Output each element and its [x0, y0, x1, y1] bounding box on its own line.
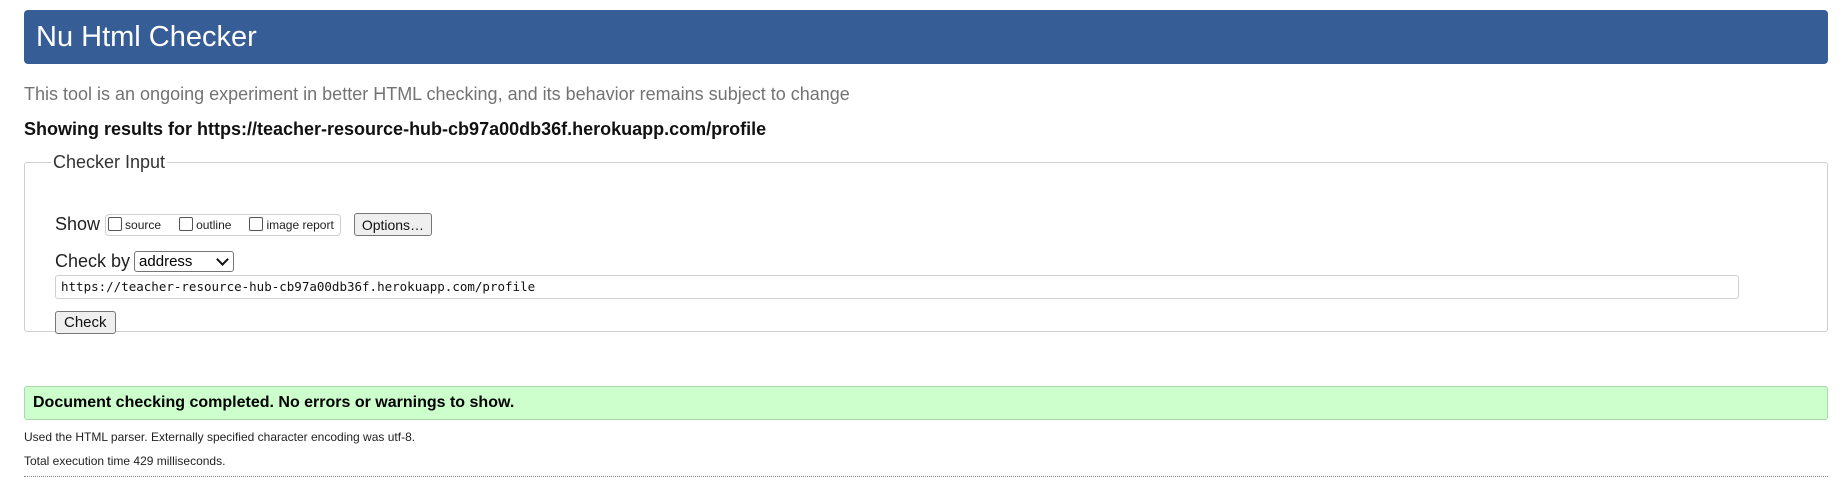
source-checkbox-option[interactable]: source [108, 216, 162, 232]
image-report-checkbox-option[interactable]: image report [249, 216, 334, 232]
show-checkbox-group: source outline image report [105, 213, 341, 236]
page: Nu Html Checker This tool is an ongoing … [0, 0, 1842, 493]
success-message: Document checking completed. No errors o… [24, 386, 1828, 420]
page-title: Nu Html Checker [36, 21, 257, 53]
source-checkbox-label: source [125, 217, 162, 232]
outline-checkbox-option[interactable]: outline [179, 216, 232, 232]
image-report-checkbox[interactable] [249, 216, 264, 231]
checker-input-fieldset: Checker Input Show source outline image … [24, 152, 1828, 334]
parser-info: Used the HTML parser. Externally specifi… [24, 430, 416, 444]
intro-text: This tool is an ongoing experiment in be… [24, 84, 850, 104]
check-button[interactable]: Check [55, 311, 116, 334]
execution-time: Total execution time 429 milliseconds. [24, 454, 226, 468]
source-checkbox[interactable] [108, 216, 123, 231]
check-by-label: Check by [55, 251, 131, 271]
check-by-row: Check by address [55, 251, 235, 272]
image-report-checkbox-label: image report [266, 217, 334, 232]
outline-checkbox[interactable] [179, 216, 194, 231]
options-button[interactable]: Options… [353, 213, 433, 236]
checker-input-legend: Checker Input [53, 152, 166, 172]
outline-checkbox-label: outline [196, 217, 232, 232]
header-bar: Nu Html Checker [24, 10, 1828, 64]
chevron-down-icon [216, 253, 229, 266]
results-for-heading: Showing results for https://teacher-reso… [24, 119, 767, 139]
show-label: Show [55, 214, 101, 234]
divider [24, 476, 1828, 477]
check-by-selected-value: address [139, 253, 193, 270]
show-options-row: Show source outline image report Options… [55, 213, 433, 236]
check-by-select[interactable]: address [134, 251, 235, 272]
url-input[interactable]: https://teacher-resource-hub-cb97a00db36… [55, 275, 1739, 299]
